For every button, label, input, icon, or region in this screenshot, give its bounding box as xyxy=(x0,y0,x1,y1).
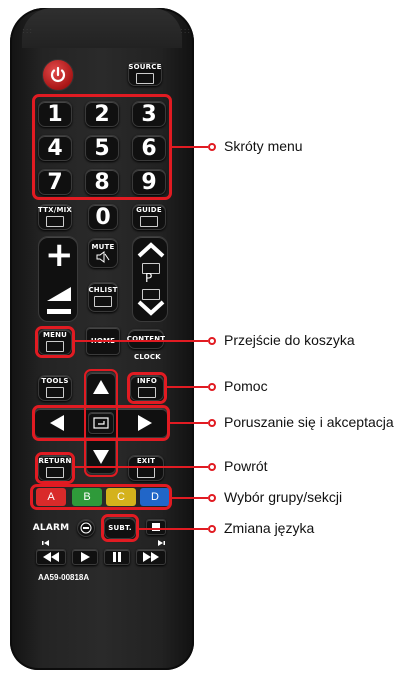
mute-label: MUTE xyxy=(91,242,115,251)
callout-language: Zmiana języka xyxy=(224,520,315,536)
ttx-mix-button[interactable]: TTX/MIX xyxy=(38,204,72,230)
highlight-number-pad xyxy=(32,94,172,200)
alarm-button[interactable]: ALARM xyxy=(33,519,69,537)
pause-button[interactable] xyxy=(104,549,130,565)
number-button-0[interactable]: 0 xyxy=(88,204,118,230)
callout-dot-5 xyxy=(208,463,216,471)
channel-rocker[interactable]: P xyxy=(132,236,168,322)
callout-dot-2 xyxy=(208,337,216,345)
callout-dot-4 xyxy=(208,419,216,427)
callout-dot-1 xyxy=(208,143,216,151)
source-label: SOURCE xyxy=(128,63,162,71)
exit-icon xyxy=(137,467,155,478)
fast-forward-icon xyxy=(143,552,159,562)
source-icon xyxy=(136,73,154,84)
highlight-return xyxy=(35,452,75,484)
chlist-label: CHLIST xyxy=(88,286,118,294)
speaker-dots-right: ::: xyxy=(180,26,192,35)
rewind-button[interactable] xyxy=(36,549,66,565)
callout-line-5 xyxy=(75,466,208,468)
tools-label: TOOLS xyxy=(41,377,69,385)
exit-label: EXIT xyxy=(136,457,156,465)
callout-group-select: Wybór grupy/sekcji xyxy=(224,489,343,505)
callout-help: Pomoc xyxy=(224,378,268,394)
pause-icon xyxy=(113,552,121,562)
callout-cart: Przejście do koszyka xyxy=(224,332,355,348)
fast-forward-button[interactable] xyxy=(136,549,166,565)
highlight-dpad-vertical xyxy=(84,369,118,477)
guide-label: GUIDE xyxy=(136,206,162,214)
channel-down-icon xyxy=(137,300,165,316)
volume-ramp-icon xyxy=(47,287,71,314)
alarm-label: ALARM xyxy=(32,522,70,533)
play-icon xyxy=(81,552,90,562)
content-button[interactable]: CONTENT xyxy=(127,329,165,349)
channel-p-label: P xyxy=(145,271,153,285)
highlight-subtitle xyxy=(101,514,139,542)
skip-markers xyxy=(42,540,165,546)
callout-line-1 xyxy=(172,146,208,148)
callout-navigation: Poruszanie się i akceptacja xyxy=(224,414,394,430)
play-button[interactable] xyxy=(72,549,98,565)
callout-line-6 xyxy=(172,497,208,499)
3d-glasses-icon xyxy=(80,522,92,534)
tools-icon xyxy=(46,387,64,398)
callout-menu-shortcuts: Skróty menu xyxy=(224,138,303,154)
callout-line-3 xyxy=(167,386,208,388)
rewind-icon xyxy=(43,552,59,562)
3d-button[interactable] xyxy=(77,519,95,537)
callout-line-2 xyxy=(75,340,208,342)
model-number: AA59-00818A xyxy=(38,573,90,582)
chlist-button[interactable]: CHLIST xyxy=(88,282,118,312)
power-button[interactable] xyxy=(42,59,74,91)
power-icon xyxy=(50,66,66,82)
ttx-label: TTX/MIX xyxy=(37,206,73,214)
exit-button[interactable]: EXIT xyxy=(128,455,164,481)
callout-dot-6 xyxy=(208,494,216,502)
guide-button[interactable]: GUIDE xyxy=(132,204,166,230)
number-label-0: 0 xyxy=(95,204,111,230)
speaker-dots: ::: xyxy=(22,26,34,35)
callout-dot-3 xyxy=(208,383,216,391)
callout-return: Powrót xyxy=(224,458,268,474)
callout-line-4 xyxy=(170,422,208,424)
guide-icon xyxy=(140,216,158,227)
source-button[interactable]: SOURCE xyxy=(128,62,162,86)
volume-rocker[interactable]: + xyxy=(38,235,78,322)
callout-dot-7 xyxy=(208,525,216,533)
mute-icon xyxy=(96,250,110,263)
clock-label: CLOCK xyxy=(134,353,161,361)
mute-button[interactable]: MUTE xyxy=(88,238,118,268)
ttx-icon xyxy=(46,216,64,227)
channel-up-icon xyxy=(137,242,165,258)
callout-line-7 xyxy=(139,528,208,530)
highlight-info xyxy=(127,372,167,404)
highlight-color-buttons xyxy=(30,484,172,510)
remote-top-edge xyxy=(22,8,182,48)
tools-button[interactable]: TOOLS xyxy=(38,375,72,401)
stop-button[interactable] xyxy=(146,519,166,535)
highlight-menu xyxy=(35,326,75,358)
volume-up-label: + xyxy=(45,235,74,275)
chlist-icon xyxy=(94,296,112,307)
